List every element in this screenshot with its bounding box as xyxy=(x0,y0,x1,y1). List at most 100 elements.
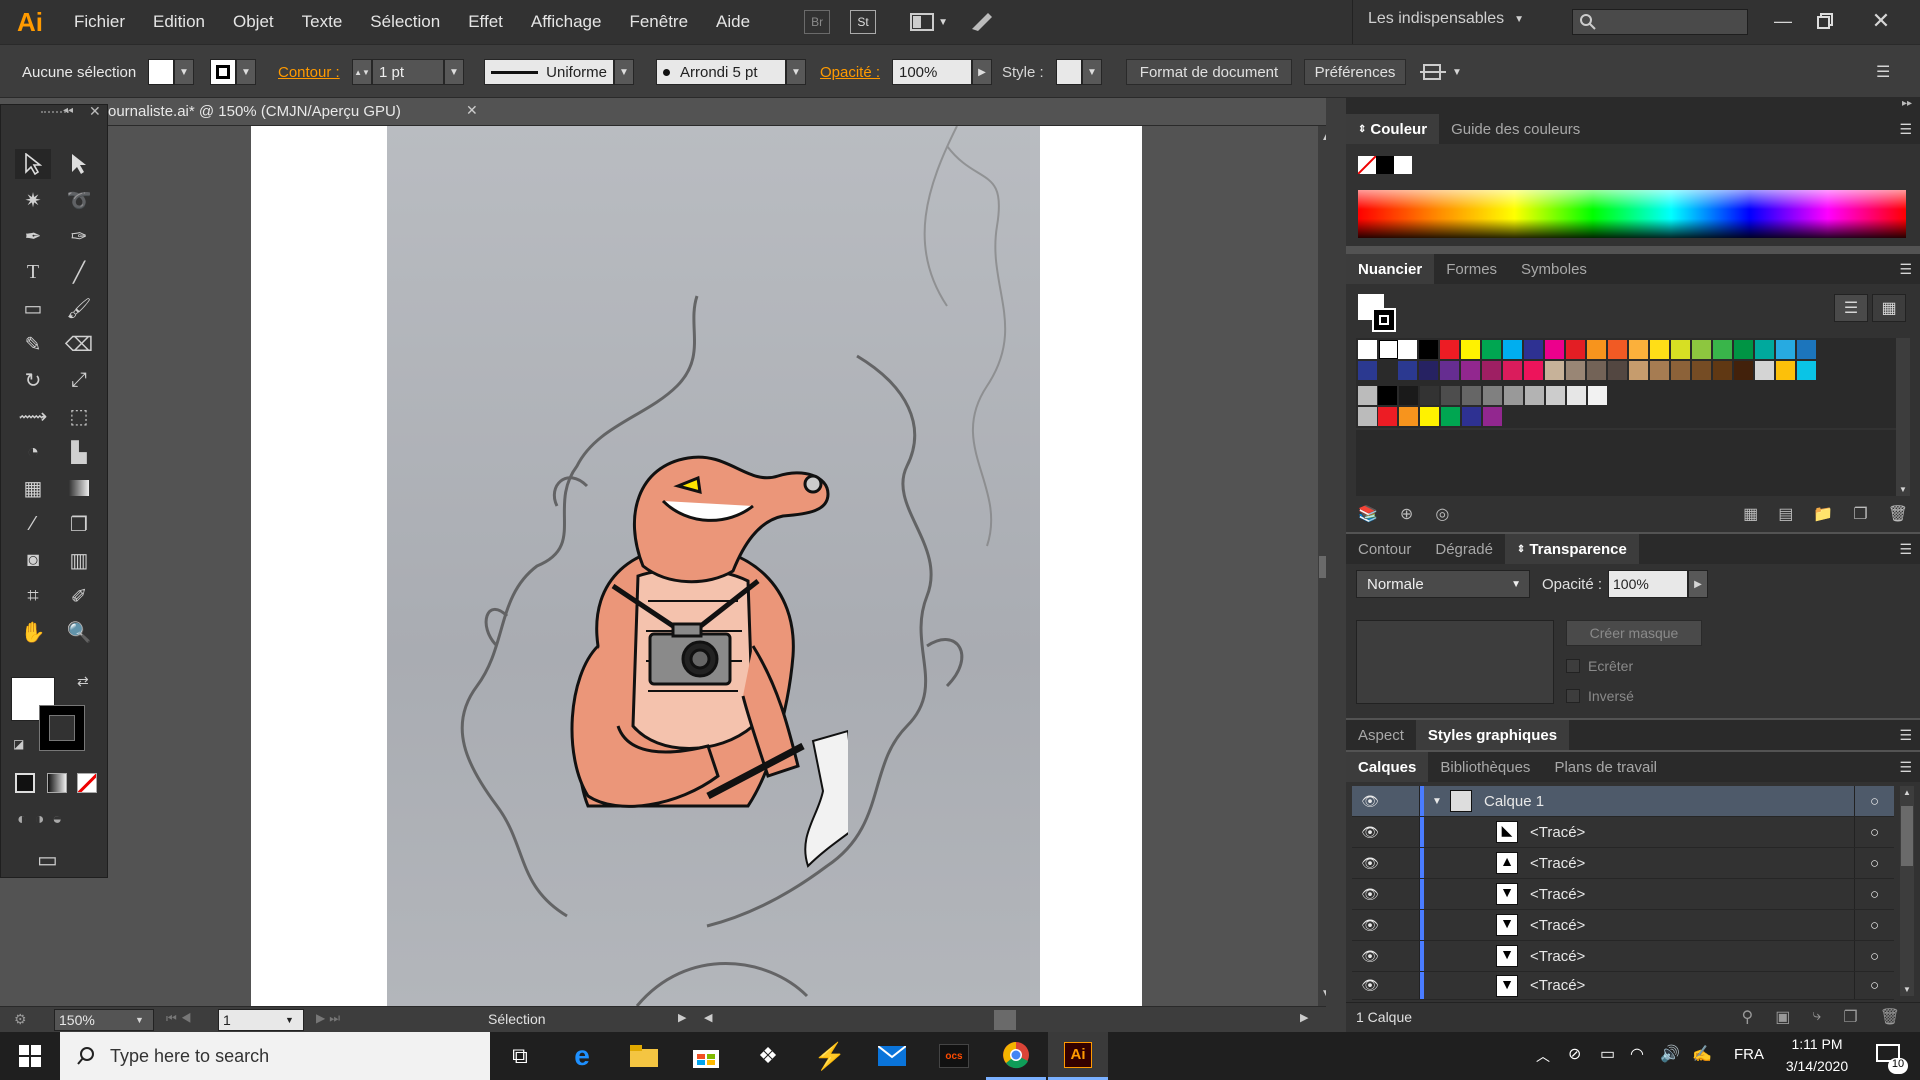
illustrator-taskbar-icon[interactable]: Ai xyxy=(1048,1032,1108,1080)
swatch-cell[interactable] xyxy=(1734,361,1753,380)
layers-scrollbar[interactable]: ▲ ▼ xyxy=(1900,786,1914,996)
swatch-cell[interactable] xyxy=(1462,386,1481,405)
tab-aspect[interactable]: Aspect xyxy=(1346,720,1416,750)
white-swatch[interactable] xyxy=(1394,156,1412,174)
opacity-value[interactable]: 100% xyxy=(892,59,972,85)
color-spectrum[interactable] xyxy=(1358,190,1906,238)
line-tool-icon[interactable]: ╱ xyxy=(61,257,97,287)
none-swatch[interactable] xyxy=(1358,156,1376,174)
restore-button[interactable] xyxy=(1810,6,1840,36)
task-view-icon[interactable]: ⧉ xyxy=(490,1032,550,1080)
taskbar-search-box[interactable]: Type here to search xyxy=(60,1032,490,1080)
mesh-tool-icon[interactable]: ▦ xyxy=(15,473,51,503)
swatch-cell[interactable] xyxy=(1588,386,1607,405)
swatch-cell[interactable] xyxy=(1441,407,1460,426)
swatch-cell[interactable] xyxy=(1440,361,1459,380)
chevron-down-icon[interactable]: ▼ xyxy=(1424,796,1450,807)
layer-row-calque-1[interactable]: 👁 ▼ Calque 1 ○ xyxy=(1352,786,1894,817)
tab-couleur[interactable]: ⇕ Couleur xyxy=(1346,114,1440,144)
swatch-cell[interactable] xyxy=(1358,361,1377,380)
menu-affichage[interactable]: Affichage xyxy=(517,12,616,32)
tab-nuancier[interactable]: Nuancier xyxy=(1346,254,1435,284)
file-explorer-icon[interactable] xyxy=(614,1032,674,1080)
type-tool-icon[interactable]: T xyxy=(15,257,51,287)
shape-builder-tool-icon[interactable]: ◔ xyxy=(15,437,51,467)
curvature-tool-icon[interactable]: ✑ xyxy=(61,221,97,251)
eye-icon[interactable]: 👁 xyxy=(1352,977,1388,994)
list-view-icon[interactable]: ☰ xyxy=(1834,294,1868,322)
pencil-tool-icon[interactable]: ✎ xyxy=(15,329,51,359)
menu-fichier[interactable]: Fichier xyxy=(60,12,139,32)
store-icon[interactable] xyxy=(676,1032,736,1080)
dropbox-icon[interactable]: ❖ xyxy=(738,1032,798,1080)
swatch-cell[interactable] xyxy=(1525,386,1544,405)
eyedropper-tool-icon[interactable]: ⁄ xyxy=(15,509,51,539)
default-colors-icon[interactable]: ◪ xyxy=(13,737,24,751)
swatch-cell[interactable] xyxy=(1566,340,1585,359)
registration-swatch[interactable] xyxy=(1379,340,1398,359)
swatch-cell[interactable] xyxy=(1545,340,1564,359)
swatch-cell[interactable] xyxy=(1399,386,1418,405)
clock-time[interactable]: 1:11 PM xyxy=(1780,1036,1854,1052)
rotate-tool-icon[interactable]: ↻ xyxy=(15,365,51,395)
swatch-cell[interactable] xyxy=(1378,386,1397,405)
swatch-cell[interactable] xyxy=(1650,361,1669,380)
target-circle-icon[interactable]: ○ xyxy=(1854,972,1894,999)
show-hidden-icons-icon[interactable]: ︿ xyxy=(1536,1046,1550,1066)
bridge-button[interactable]: Br xyxy=(804,10,831,34)
color-group-folder-icon[interactable] xyxy=(1358,407,1377,426)
swatch-cell[interactable] xyxy=(1629,361,1648,380)
swatch-cell[interactable] xyxy=(1461,361,1480,380)
layers-scroll-thumb[interactable] xyxy=(1901,806,1913,866)
artboard-select[interactable]: 1 ▼ xyxy=(218,1009,304,1031)
swatch-cell[interactable] xyxy=(1419,340,1438,359)
swatch-cell[interactable] xyxy=(1713,361,1732,380)
target-circle-icon[interactable]: ○ xyxy=(1854,786,1894,816)
swatch-cell[interactable] xyxy=(1692,361,1711,380)
swatch-cell[interactable] xyxy=(1462,407,1481,426)
document-tab[interactable]: ournaliste.ai* @ 150% (CMJN/Aperçu GPU) … xyxy=(108,98,490,126)
canvas-area[interactable]: ▲ ▼ xyxy=(108,126,1334,1006)
menu-objet[interactable]: Objet xyxy=(219,12,288,32)
eye-icon[interactable]: 👁 xyxy=(1352,917,1388,934)
swatch-cell[interactable] xyxy=(1441,386,1460,405)
panel-menu-icon[interactable]: ☰ xyxy=(1899,727,1920,744)
lasso-tool-icon[interactable]: ➰ xyxy=(61,185,97,215)
fill-swatch[interactable]: ▼ xyxy=(148,59,194,85)
new-folder-icon[interactable]: 📁 xyxy=(1813,504,1833,524)
crocodile-illustration[interactable] xyxy=(528,396,848,876)
swatch-cell[interactable] xyxy=(1587,340,1606,359)
battery-icon[interactable]: ▭ xyxy=(1600,1044,1615,1064)
swatch-cell[interactable] xyxy=(1524,340,1543,359)
swatch-cell[interactable] xyxy=(1419,361,1438,380)
layer-row-trace-3[interactable]: 👁 ▼ <Tracé> ○ xyxy=(1352,879,1894,910)
vscode-icon[interactable]: ⚡ xyxy=(800,1032,860,1080)
show-kinds-icon[interactable]: ⊕ xyxy=(1400,504,1413,524)
mail-icon[interactable] xyxy=(862,1032,922,1080)
edge-icon[interactable]: e xyxy=(552,1032,612,1080)
layer-row-trace-1[interactable]: 👁 ◣ <Tracé> ○ xyxy=(1352,817,1894,848)
swatch-cell[interactable] xyxy=(1776,361,1795,380)
zoom-tool-icon[interactable]: 🔍 xyxy=(61,617,97,647)
stock-button[interactable]: St xyxy=(850,10,877,34)
delete-layer-icon[interactable]: 🗑 xyxy=(1880,1007,1900,1027)
tab-contour[interactable]: Contour xyxy=(1346,534,1423,564)
graph-tool-icon[interactable]: ▙ xyxy=(61,437,97,467)
tab-bibliotheques[interactable]: Bibliothèques xyxy=(1428,752,1542,782)
panel-menu-icon[interactable]: ☰ xyxy=(1876,59,1890,85)
grid-view-icon[interactable]: ▦ xyxy=(1872,294,1906,322)
opacity-label[interactable]: Opacité : xyxy=(820,59,880,85)
free-transform-tool-icon[interactable]: ⬚ xyxy=(61,401,97,431)
panel-menu-icon[interactable]: ☰ xyxy=(1899,121,1920,138)
horizontal-scroll-thumb[interactable] xyxy=(994,1010,1016,1030)
target-circle-icon[interactable]: ○ xyxy=(1854,941,1894,971)
none-swatch[interactable] xyxy=(1358,340,1377,359)
eraser-tool-icon[interactable]: ⌫ xyxy=(61,329,97,359)
swatch-cell[interactable] xyxy=(1398,340,1417,359)
create-mask-button[interactable]: Créer masque xyxy=(1566,620,1702,646)
tab-formes[interactable]: Formes xyxy=(1434,254,1509,284)
target-circle-icon[interactable]: ○ xyxy=(1854,848,1894,878)
next-last-artboard-buttons[interactable]: ▶⏭ xyxy=(316,1011,344,1026)
swatch-cell[interactable] xyxy=(1671,361,1690,380)
tab-styles-graphiques[interactable]: Styles graphiques xyxy=(1415,720,1570,750)
